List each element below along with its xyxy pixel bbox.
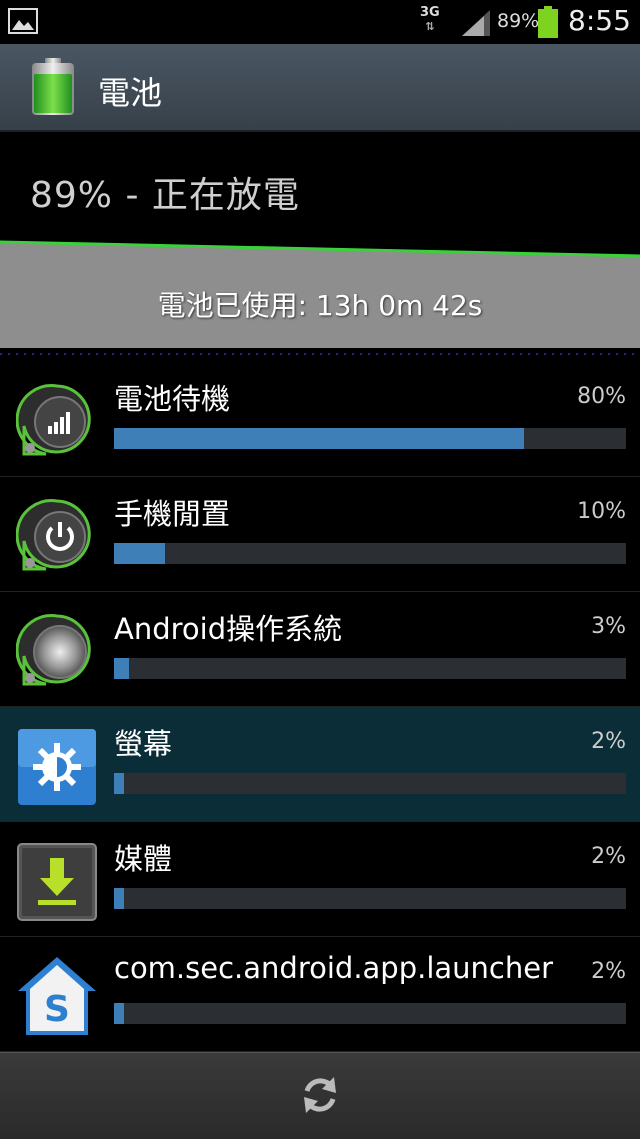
power-icon <box>16 499 91 571</box>
bottom-bar <box>0 1052 640 1139</box>
battery-status-text: 89% - 正在放電 <box>30 175 300 216</box>
item-name: com.sec.android.app.launcher <box>114 951 554 985</box>
list-item[interactable]: 螢幕 2% <box>0 707 640 822</box>
status-time: 8:55 <box>568 4 631 37</box>
list-item[interactable]: Android操作系統 3% <box>0 592 640 707</box>
refresh-icon[interactable] <box>298 1073 342 1117</box>
item-name: 螢幕 <box>114 727 173 761</box>
image-icon <box>8 8 38 34</box>
signal-bars-icon <box>16 384 91 456</box>
usage-bar-fill <box>114 1003 125 1024</box>
battery-icon <box>32 58 74 115</box>
item-pct: 3% <box>591 614 626 639</box>
usage-bar-fill <box>114 773 125 794</box>
usage-bar-fill <box>114 888 125 909</box>
list-item[interactable]: 手機閒置 10% <box>0 477 640 592</box>
usage-bar <box>114 428 626 449</box>
battery-used-text: 電池已使用: 13h 0m 42s <box>157 289 483 322</box>
usage-bar-fill <box>114 428 524 449</box>
usage-bar <box>114 543 626 564</box>
item-pct: 2% <box>591 729 626 754</box>
item-name: Android操作系統 <box>114 612 343 646</box>
item-name: 媒體 <box>114 842 173 876</box>
usage-bar-fill <box>114 543 166 564</box>
title-bar: 電池 <box>0 44 640 132</box>
battery-status-area: 89% - 正在放電 <box>0 132 640 248</box>
item-pct: 10% <box>577 499 626 524</box>
usage-bar <box>114 658 626 679</box>
item-pct: 2% <box>591 959 626 984</box>
data-arrows-icon: ⇅ <box>425 20 435 33</box>
item-name: 電池待機 <box>114 382 231 416</box>
item-name: 手機閒置 <box>114 497 231 531</box>
page-title: 電池 <box>98 74 163 112</box>
item-pct: 2% <box>591 844 626 869</box>
network-indicator: 3G ⇅ <box>420 6 440 34</box>
status-bar: 3G ⇅ 89% 8:55 <box>0 0 640 44</box>
graph-timeline-dots <box>0 353 640 355</box>
list-item[interactable]: S com.sec.android.app.launcher 2% <box>0 937 640 1052</box>
list-item[interactable]: 媒體 2% <box>0 822 640 937</box>
usage-bar-fill <box>114 658 130 679</box>
status-battery-pct: 89% <box>497 10 540 32</box>
item-pct: 80% <box>577 384 626 409</box>
download-icon <box>17 843 97 921</box>
launcher-home-icon: S <box>18 957 96 1035</box>
usage-bar <box>114 1003 626 1024</box>
svg-text:S: S <box>44 989 70 1030</box>
android-os-icon <box>16 614 91 686</box>
list-item[interactable]: 電池待機 80% <box>0 362 640 477</box>
signal-icon <box>462 10 490 36</box>
brightness-icon <box>18 729 96 805</box>
usage-bar <box>114 773 626 794</box>
network-type: 3G <box>420 5 440 20</box>
usage-bar <box>114 888 626 909</box>
status-battery-icon <box>538 6 558 38</box>
